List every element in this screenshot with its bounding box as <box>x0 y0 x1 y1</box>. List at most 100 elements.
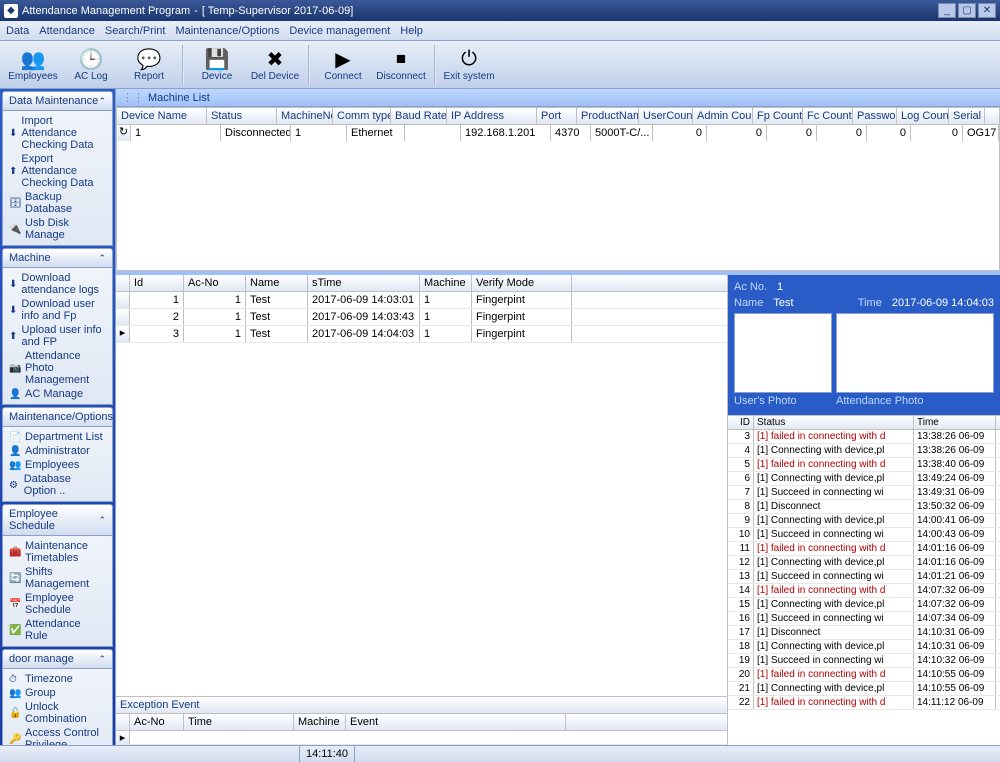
menu-help[interactable]: Help <box>400 25 423 37</box>
sb-header-machine[interactable]: Machine⌃ <box>2 248 113 268</box>
maximize-button[interactable]: ▢ <box>958 3 976 18</box>
sb-item-employee-schedule[interactable]: 📅Employee Schedule <box>7 591 108 617</box>
sb-item-attendance-photo-management[interactable]: 📷Attendance Photo Management <box>7 349 108 387</box>
status-row[interactable]: 17[1] Disconnect14:10:31 06-09 <box>728 626 1000 640</box>
device-cell[interactable]: 0 <box>707 125 767 141</box>
status-row[interactable]: 14[1] failed in connecting with d14:07:3… <box>728 584 1000 598</box>
sb-item-usb-disk-manage[interactable]: 🔌Usb Disk Manage <box>7 216 108 242</box>
device-cell[interactable]: 0 <box>653 125 707 141</box>
log-row[interactable]: 11Test2017-06-09 14:03:011Fingerpint <box>116 292 727 309</box>
status-row[interactable]: 15[1] Connecting with device,pl14:07:32 … <box>728 598 1000 612</box>
status-row[interactable]: 22[1] failed in connecting with d14:11:1… <box>728 696 1000 710</box>
toolbtn-report[interactable]: 💬Report <box>122 43 176 87</box>
status-row[interactable]: 9[1] Connecting with device,pl14:00:41 0… <box>728 514 1000 528</box>
status-row[interactable]: 20[1] failed in connecting with d14:10:5… <box>728 668 1000 682</box>
exc-col[interactable]: Time <box>184 714 294 730</box>
toolbtn-del-device[interactable]: ✖Del Device <box>248 43 302 87</box>
log-row[interactable]: 21Test2017-06-09 14:03:431Fingerpint <box>116 309 727 326</box>
status-row[interactable]: 16[1] Succeed in connecting wi14:07:34 0… <box>728 612 1000 626</box>
sb-item-backup-database[interactable]: 🗄Backup Database <box>7 190 108 216</box>
device-cell[interactable]: 0 <box>767 125 817 141</box>
sb-item-group[interactable]: 👥Group <box>7 686 108 700</box>
device-col-port[interactable]: Port <box>537 108 577 124</box>
status-col[interactable]: Status <box>754 416 914 429</box>
device-col-productname[interactable]: ProductName <box>577 108 639 124</box>
menu-data[interactable]: Data <box>6 25 29 37</box>
device-col-usercount[interactable]: UserCount <box>639 108 693 124</box>
exc-col[interactable]: Ac-No <box>130 714 184 730</box>
device-cell[interactable]: 0 <box>911 125 963 141</box>
exc-col[interactable]: Machine <box>294 714 346 730</box>
toolbtn-device[interactable]: 💾Device <box>190 43 244 87</box>
device-cell[interactable]: 0 <box>817 125 867 141</box>
status-row[interactable]: 12[1] Connecting with device,pl14:01:16 … <box>728 556 1000 570</box>
device-cell[interactable] <box>405 125 461 141</box>
device-cell[interactable]: 5000T-C/... <box>591 125 653 141</box>
menu-attendance[interactable]: Attendance <box>39 25 95 37</box>
sb-header-maintenance-options[interactable]: Maintenance/Options⌃ <box>2 407 113 427</box>
sb-item-maintenance-timetables[interactable]: 🧰Maintenance Timetables <box>7 539 108 565</box>
sb-item-administrator[interactable]: 👤Administrator <box>7 444 108 458</box>
device-col-log-count[interactable]: Log Count <box>897 108 949 124</box>
toolbtn-ac-log[interactable]: 🕒AC Log <box>64 43 118 87</box>
log-col-machine[interactable]: Machine <box>420 275 472 291</box>
sb-item-timezone[interactable]: ⏱Timezone <box>7 672 108 686</box>
device-col-device-name[interactable]: Device Name <box>117 108 207 124</box>
log-col-stime[interactable]: sTime <box>308 275 420 291</box>
device-col-ip-address[interactable]: IP Address <box>447 108 537 124</box>
device-cell[interactable]: OG17 <box>963 125 999 141</box>
sb-item-attendance-rule[interactable]: ✅Attendance Rule <box>7 617 108 643</box>
toolbtn-disconnect[interactable]: ⏹Disconnect <box>374 43 428 87</box>
sb-item-access-control-privilege[interactable]: 🔑Access Control Privilege <box>7 726 108 745</box>
device-col-status[interactable]: Status <box>207 108 277 124</box>
toolbtn-connect[interactable]: ▶Connect <box>316 43 370 87</box>
device-col-passwo-[interactable]: Passwo.. <box>853 108 897 124</box>
sb-item-export-attendance-checking-data[interactable]: ⬆Export Attendance Checking Data <box>7 152 108 190</box>
device-cell[interactable]: 192.168.1.201 <box>461 125 551 141</box>
device-cell[interactable]: Ethernet <box>347 125 405 141</box>
status-col[interactable]: ID <box>728 416 754 429</box>
log-col-verify-mode[interactable]: Verify Mode <box>472 275 572 291</box>
status-row[interactable]: 5[1] failed in connecting with d13:38:40… <box>728 458 1000 472</box>
status-row[interactable]: 21[1] Connecting with device,pl14:10:55 … <box>728 682 1000 696</box>
status-row[interactable]: 4[1] Connecting with device,pl13:38:26 0… <box>728 444 1000 458</box>
status-row[interactable]: 8[1] Disconnect13:50:32 06-09 <box>728 500 1000 514</box>
sb-item-import-attendance-checking-data[interactable]: ⬇Import Attendance Checking Data <box>7 114 108 152</box>
exc-col[interactable]: Event <box>346 714 566 730</box>
menu-maintenance-options[interactable]: Maintenance/Options <box>175 25 279 37</box>
log-col-ac-no[interactable]: Ac-No <box>184 275 246 291</box>
status-row[interactable]: 13[1] Succeed in connecting wi14:01:21 0… <box>728 570 1000 584</box>
status-col[interactable]: Time <box>914 416 996 429</box>
device-col-serial[interactable]: Serial <box>949 108 985 124</box>
device-col-machineno-[interactable]: MachineNo. <box>277 108 333 124</box>
device-col-comm-type[interactable]: Comm type <box>333 108 391 124</box>
status-row[interactable]: 6[1] Connecting with device,pl13:49:24 0… <box>728 472 1000 486</box>
device-col-baud-rate[interactable]: Baud Rate <box>391 108 447 124</box>
sb-item-department-list[interactable]: 📄Department List <box>7 430 108 444</box>
sb-item-download-user-info-and-fp[interactable]: ⬇Download user info and Fp <box>7 297 108 323</box>
toolbtn-employees[interactable]: 👥Employees <box>6 43 60 87</box>
sb-item-ac-manage[interactable]: 👤AC Manage <box>7 387 108 401</box>
sb-header-employee-schedule[interactable]: Employee Schedule⌃ <box>2 504 113 536</box>
device-cell[interactable]: 4370 <box>551 125 591 141</box>
sb-item-download-attendance-logs[interactable]: ⬇Download attendance logs <box>7 271 108 297</box>
sb-item-unlock-combination[interactable]: 🔓Unlock Combination <box>7 700 108 726</box>
sb-item-database-option-[interactable]: ⚙Database Option .. <box>7 472 108 498</box>
device-col-fc-count[interactable]: Fc Count <box>803 108 853 124</box>
sb-item-employees[interactable]: 👥Employees <box>7 458 108 472</box>
device-cell[interactable]: 1 <box>291 125 347 141</box>
device-cell[interactable]: 1 <box>131 125 221 141</box>
menu-search-print[interactable]: Search/Print <box>105 25 166 37</box>
log-col-name[interactable]: Name <box>246 275 308 291</box>
status-row[interactable]: 3[1] failed in connecting with d13:38:26… <box>728 430 1000 444</box>
status-row[interactable]: 10[1] Succeed in connecting wi14:00:43 0… <box>728 528 1000 542</box>
sb-item-upload-user-info-and-fp[interactable]: ⬆Upload user info and FP <box>7 323 108 349</box>
status-row[interactable]: 19[1] Succeed in connecting wi14:10:32 0… <box>728 654 1000 668</box>
log-row[interactable]: ▸31Test2017-06-09 14:04:031Fingerpint <box>116 326 727 343</box>
status-row[interactable]: 18[1] Connecting with device,pl14:10:31 … <box>728 640 1000 654</box>
menu-device-management[interactable]: Device management <box>289 25 390 37</box>
sb-item-shifts-management[interactable]: 🔄Shifts Management <box>7 565 108 591</box>
status-row[interactable]: 7[1] Succeed in connecting wi13:49:31 06… <box>728 486 1000 500</box>
sb-header-door-manage[interactable]: door manage⌃ <box>2 649 113 669</box>
toolbtn-exit-system[interactable]: ⏻Exit system <box>442 43 496 87</box>
